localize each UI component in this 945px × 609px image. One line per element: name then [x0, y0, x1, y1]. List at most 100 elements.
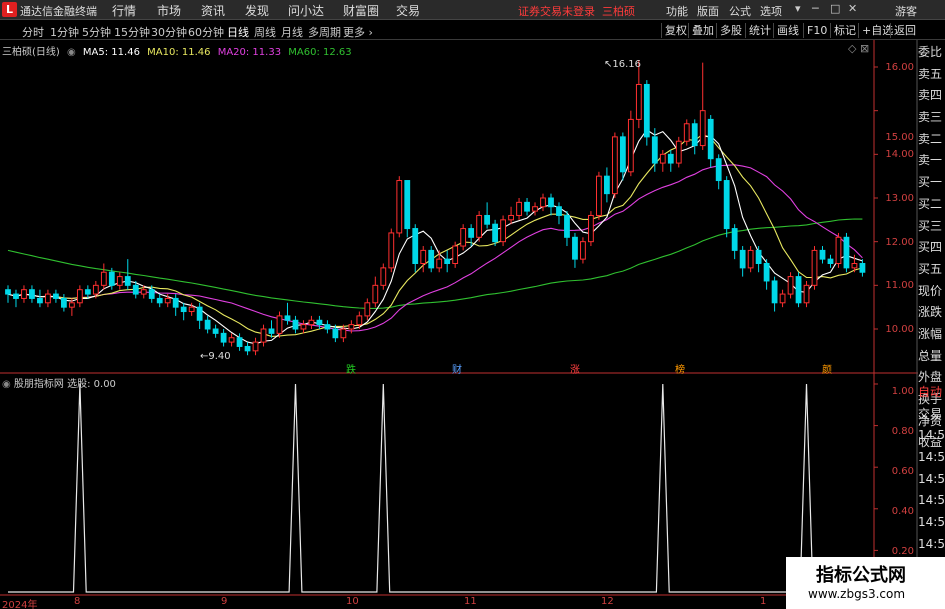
side-panel-item[interactable]: 涨跌 [918, 302, 945, 324]
side-panel-item[interactable]: 买一 [918, 172, 945, 194]
candle-body [380, 267, 387, 286]
close-icon[interactable]: ✕ [848, 2, 857, 15]
candle-body [603, 175, 610, 195]
side-panel-item[interactable]: 卖五 [918, 64, 945, 86]
period-multi[interactable]: 多周期 [308, 24, 341, 40]
legend-toggle-icon[interactable]: ◉ [67, 47, 76, 58]
side-panel-item[interactable]: 总量 [918, 346, 945, 368]
side-panel-item[interactable]: 买三 [918, 216, 945, 238]
period-15min[interactable]: 15分钟 [114, 24, 150, 40]
period-30min[interactable]: 30分钟 [151, 24, 187, 40]
candle-body [843, 236, 850, 269]
legend-ma60: MA60: 12.63 [288, 47, 352, 58]
menu-formula[interactable]: 公式 [729, 3, 751, 19]
menu-options[interactable]: 选项 [760, 3, 782, 19]
candle-body [428, 249, 435, 269]
side-panel-item[interactable]: 买五 [918, 259, 945, 281]
candle-body [68, 302, 75, 308]
menu-ask[interactable]: 问小达 [288, 2, 324, 19]
side-panel-item[interactable]: 卖三 [918, 107, 945, 129]
period-1min[interactable]: 1分钟 [50, 24, 79, 40]
indicator-tick: 0.80 [891, 426, 914, 437]
watermark-title: 指标公式网 [816, 565, 906, 586]
candle-body [188, 306, 195, 313]
side-panel-item[interactable]: 现价 [918, 281, 945, 303]
chart-legend: 三柏硕(日线) ◉ MA5: 11.46 MA10: 11.46 MA20: 1… [2, 43, 356, 58]
indicator-toggle-icon[interactable]: ◉ [2, 379, 11, 390]
auto-trade-item[interactable]: 自动 [918, 382, 945, 404]
candle-body [699, 110, 706, 147]
indicator-tick: 0.60 [891, 466, 914, 477]
back-button[interactable]: 返回 [890, 23, 919, 38]
period-60min[interactable]: 60分钟 [188, 24, 224, 40]
trade-status[interactable]: 证券交易未登录 三柏硕 [518, 3, 635, 19]
price-tick: 15.00 [885, 132, 914, 143]
f10-button[interactable]: F10 [803, 23, 830, 38]
tick-time-item[interactable]: 14:56 [918, 425, 945, 447]
candle-body [37, 297, 43, 304]
period-toolbar: 分时 1分钟 5分钟 15分钟 30分钟 60分钟 日线 周线 月线 多周期 更… [0, 21, 945, 40]
candle-body [356, 315, 363, 326]
stats-button[interactable]: 统计 [745, 23, 774, 38]
period-monthly[interactable]: 月线 [281, 24, 303, 40]
dropdown-icon[interactable]: ▾ [795, 2, 801, 15]
side-panel-item[interactable]: 涨幅 [918, 324, 945, 346]
event-marker[interactable]: 榜 [675, 361, 685, 376]
candle-body [100, 271, 107, 286]
event-marker[interactable]: 财 [452, 361, 462, 376]
period-5min[interactable]: 5分钟 [82, 24, 111, 40]
menu-layout[interactable]: 版面 [697, 3, 719, 19]
event-marker[interactable]: 涨 [570, 361, 580, 376]
maximize-icon[interactable]: □ [830, 2, 840, 15]
menu-discover[interactable]: 发现 [245, 2, 269, 19]
high-price-label: ↖16.16 [604, 59, 642, 70]
overlay-button[interactable]: 叠加 [688, 23, 717, 38]
candle-body [348, 324, 355, 330]
menu-news[interactable]: 资讯 [201, 2, 225, 19]
event-marker[interactable]: 跌 [346, 361, 356, 376]
candle-body [156, 297, 163, 304]
candle-body [316, 319, 323, 326]
candle-body [116, 276, 123, 286]
tick-time-item[interactable]: 14:56 [918, 469, 945, 491]
minimize-icon[interactable]: ─ [812, 2, 819, 15]
candle-body [45, 293, 51, 304]
chart-settings-icon[interactable]: ◇ ⊠ [848, 42, 869, 55]
mark-button[interactable]: 标记 [830, 23, 859, 38]
price-tick: 12.00 [885, 237, 914, 248]
multi-stock-button[interactable]: 多股 [716, 23, 745, 38]
side-panel-item[interactable]: 卖二 [918, 129, 945, 151]
candle-body [412, 228, 419, 264]
period-intraday[interactable]: 分时 [22, 24, 44, 40]
event-marker[interactable]: 颜 [822, 361, 832, 376]
guest-label[interactable]: 游客 [895, 3, 917, 19]
period-daily[interactable]: 日线 [227, 24, 249, 40]
side-panel-item[interactable]: 委比 [918, 42, 945, 64]
auto-trade-item[interactable]: 交易 [918, 404, 945, 426]
period-more[interactable]: 更多 › [343, 24, 373, 40]
candle-body [292, 319, 299, 330]
side-panel-item[interactable]: 卖四 [918, 85, 945, 107]
side-panel-item[interactable]: 卖一 [918, 150, 945, 172]
chart-area[interactable] [0, 40, 918, 609]
candle-body [835, 236, 842, 265]
side-panel-item[interactable]: 买二 [918, 194, 945, 216]
side-panel-item[interactable]: 买四 [918, 237, 945, 259]
period-weekly[interactable]: 周线 [254, 24, 276, 40]
candle-body [580, 241, 586, 260]
draw-button[interactable]: 画线 [773, 23, 802, 38]
tick-time-item[interactable]: 14:56 [918, 447, 945, 469]
adjust-button[interactable]: 复权 [661, 23, 690, 38]
menu-functions[interactable]: 功能 [666, 3, 688, 19]
menu-market[interactable]: 市场 [157, 2, 181, 19]
menu-wealth[interactable]: 财富圈 [343, 2, 379, 19]
tick-time-item[interactable]: 14:56 [918, 512, 945, 534]
candle-body [516, 201, 522, 216]
menu-trade[interactable]: 交易 [396, 2, 420, 19]
tick-time-item[interactable]: 14:56 [918, 534, 945, 556]
tick-time-item[interactable]: 14:56 [918, 490, 945, 512]
candle-body [683, 123, 690, 142]
candle-body [588, 214, 594, 243]
candle-body [811, 249, 818, 286]
menu-quotes[interactable]: 行情 [112, 2, 136, 19]
